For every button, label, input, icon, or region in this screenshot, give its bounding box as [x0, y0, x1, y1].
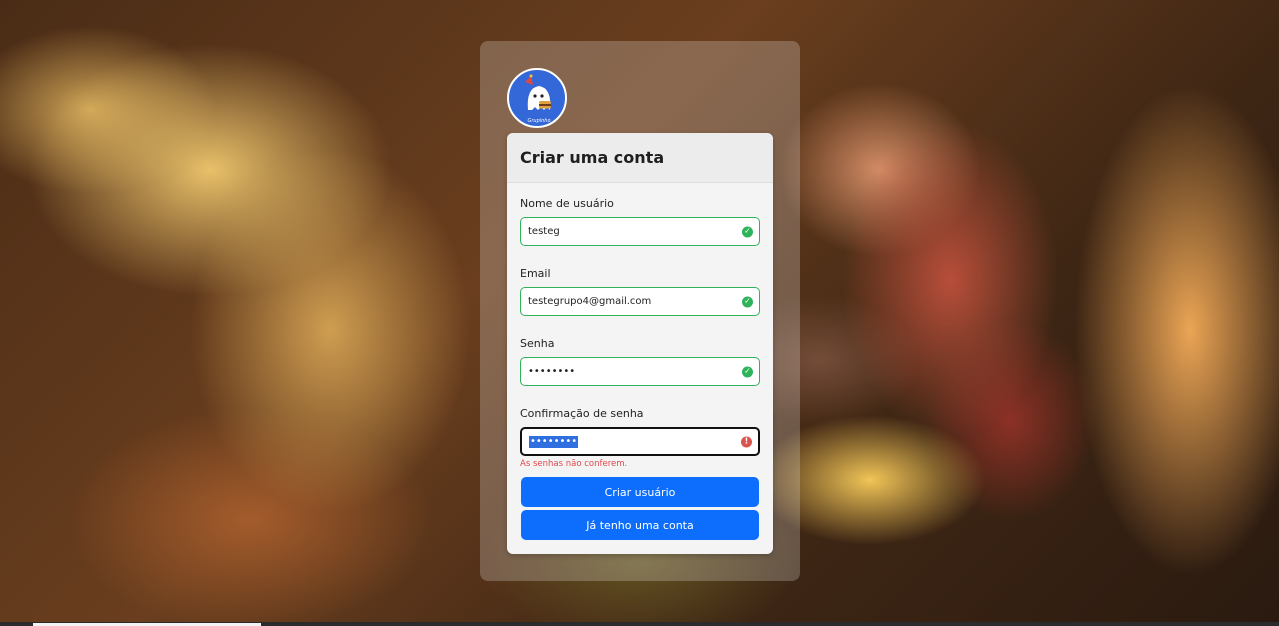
check-circle-icon: ✓ — [742, 366, 753, 377]
email-value: testegrupo4@gmail.com — [528, 296, 652, 307]
signup-card: Criar uma conta Nome de usuário testeg ✓… — [507, 133, 773, 554]
confirm-password-text: •••••••• — [529, 429, 579, 454]
username-field-group: Nome de usuário testeg ✓ — [520, 197, 760, 246]
confirm-password-input[interactable]: •••••••• ! — [520, 427, 760, 456]
bottom-scrollbar[interactable] — [0, 622, 1279, 626]
password-label: Senha — [520, 337, 555, 350]
create-user-button[interactable]: Criar usuário — [521, 477, 759, 507]
username-input[interactable]: testeg ✓ — [520, 217, 760, 246]
have-account-button[interactable]: Já tenho uma conta — [521, 510, 759, 540]
check-circle-icon: ✓ — [742, 226, 753, 237]
password-input[interactable]: •••••••• ✓ — [520, 357, 760, 386]
confirm-password-field-group: Confirmação de senha •••••••• ! As senha… — [520, 407, 760, 469]
confirm-password-label: Confirmação de senha — [520, 407, 644, 420]
password-field-group: Senha •••••••• ✓ — [520, 337, 760, 386]
card-header: Criar uma conta — [507, 133, 773, 183]
confirm-password-value: •••••••• — [529, 435, 579, 448]
username-value: testeg — [528, 226, 560, 237]
email-field-group: Email testegrupo4@gmail.com ✓ — [520, 267, 760, 316]
email-label: Email — [520, 267, 551, 280]
password-value: •••••••• — [528, 366, 576, 377]
page-title: Criar uma conta — [520, 148, 665, 167]
logo-caption: Grupinho — [527, 118, 550, 124]
email-input[interactable]: testegrupo4@gmail.com ✓ — [520, 287, 760, 316]
check-circle-icon: ✓ — [742, 296, 753, 307]
username-label: Nome de usuário — [520, 197, 614, 210]
exclamation-circle-icon: ! — [741, 436, 752, 447]
password-mismatch-error: As senhas não conferem. — [520, 459, 628, 469]
brand-logo: Grupinho — [507, 68, 567, 128]
